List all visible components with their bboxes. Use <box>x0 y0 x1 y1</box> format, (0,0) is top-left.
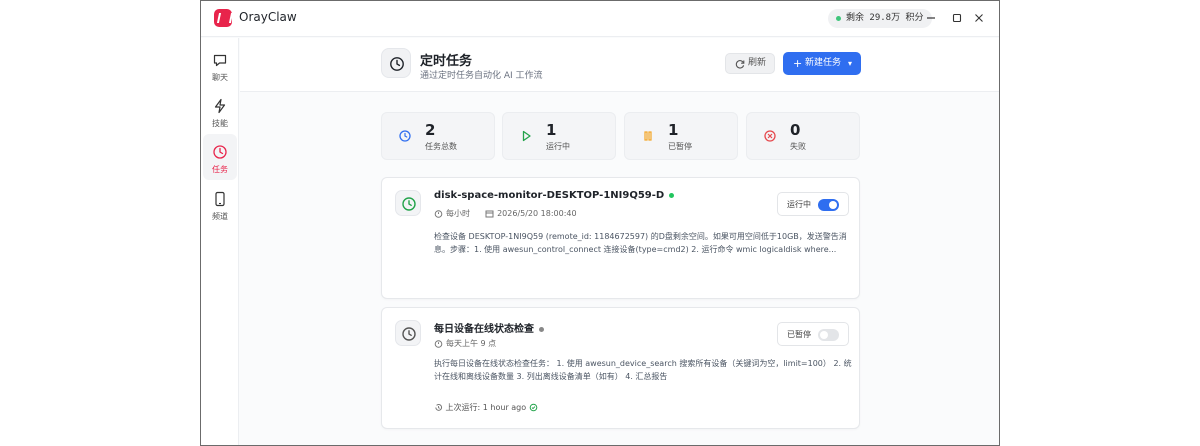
task-description: 检查设备 DESKTOP-1NI9Q59 (remote_id: 1184672… <box>434 232 847 254</box>
next-run-text: 2026/5/20 18:00:40 <box>497 209 577 218</box>
paused-dot-icon <box>539 326 544 332</box>
status-dot-icon <box>836 16 841 21</box>
task-toggle[interactable] <box>818 329 839 341</box>
minimize-icon[interactable] <box>924 11 938 25</box>
clock-icon <box>213 145 227 159</box>
credit-balance-text: 剩余 29.8万 积分 <box>846 13 924 23</box>
stat-value: 0 <box>790 121 801 139</box>
page-subtitle: 通过定时任务自动化 AI 工作流 <box>420 71 543 81</box>
chevron-down-icon: ▾ <box>847 59 852 68</box>
task-toggle-container: 运行中 <box>777 192 849 216</box>
clock-icon <box>402 197 416 211</box>
new-task-label: 新建任务 <box>805 58 842 68</box>
task-description: 执行每日设备在线状态检查任务： 1. 使用 awesun_device_sear… <box>434 359 852 381</box>
page-header-icon <box>381 48 411 78</box>
schedule-text: 每小时 <box>446 209 470 218</box>
timer-icon <box>434 340 443 348</box>
stat-value: 2 <box>425 121 436 139</box>
stat-card-paused: 1 已暂停 <box>624 112 738 160</box>
history-icon <box>435 404 443 411</box>
running-dot-icon <box>669 192 675 198</box>
stat-label: 运行中 <box>546 142 570 151</box>
last-run: 上次运行: 1 hour ago <box>434 402 538 413</box>
chat-icon <box>213 54 227 67</box>
lightning-icon <box>214 98 226 114</box>
schedule-text: 每天上午 9 点 <box>446 339 497 348</box>
task-card[interactable]: disk-space-monitor-DESKTOP-1NI9Q59-D 每小时… <box>381 177 860 299</box>
stat-label: 任务总数 <box>425 142 457 151</box>
stat-value: 1 <box>668 121 679 139</box>
app-window: OrayClaw 剩余 29.8万 积分 聊天 技能 任务 频道 定时任务 通过… <box>200 0 1000 446</box>
sidebar-item-label: 频道 <box>212 212 228 221</box>
task-name-text: disk-space-monitor-DESKTOP-1NI9Q59-D <box>434 190 665 201</box>
sidebar-item-channels[interactable]: 频道 <box>201 181 239 227</box>
task-schedule: 每小时 2026/5/20 18:00:40 <box>434 208 577 219</box>
sidebar-item-tasks[interactable]: 任务 <box>203 134 237 180</box>
close-icon[interactable] <box>972 11 986 25</box>
new-task-button[interactable]: + 新建任务 ▾ <box>783 52 861 75</box>
task-card[interactable]: 每日设备在线状态检查 每天上午 9 点 执行每日设备在线状态检查任务： 1. 使… <box>381 307 860 429</box>
maximize-icon[interactable] <box>950 11 964 25</box>
stat-card-total: 2 任务总数 <box>381 112 495 160</box>
stat-label: 失败 <box>790 142 806 151</box>
pause-icon <box>644 131 652 141</box>
task-status-icon <box>395 320 421 346</box>
task-toggle[interactable] <box>818 199 839 211</box>
main-content: 定时任务 通过定时任务自动化 AI 工作流 刷新 + 新建任务 ▾ 2 任务总数… <box>240 38 999 445</box>
success-check-icon <box>529 403 538 412</box>
toggle-label: 运行中 <box>787 200 811 209</box>
stat-value: 1 <box>546 121 557 139</box>
task-toggle-container: 已暂停 <box>777 322 849 346</box>
task-name-text: 每日设备在线状态检查 <box>434 324 534 335</box>
app-logo <box>214 9 232 27</box>
timer-icon <box>434 210 443 218</box>
sidebar-item-chat[interactable]: 聊天 <box>201 42 239 88</box>
task-name: 每日设备在线状态检查 <box>434 320 544 335</box>
refresh-icon <box>735 60 745 69</box>
clock-icon <box>399 130 411 142</box>
device-icon <box>215 191 225 207</box>
task-status-icon <box>395 190 421 216</box>
stat-card-running: 1 运行中 <box>502 112 616 160</box>
credit-balance-badge[interactable]: 剩余 29.8万 积分 <box>828 9 932 28</box>
refresh-label: 刷新 <box>748 58 767 68</box>
sidebar-item-label: 技能 <box>212 119 228 128</box>
clock-icon <box>390 57 404 71</box>
sidebar-item-label: 任务 <box>212 165 228 174</box>
last-run-text: 上次运行: 1 hour ago <box>445 403 527 412</box>
sidebar: 聊天 技能 任务 频道 <box>201 38 239 445</box>
titlebar: OrayClaw 剩余 29.8万 积分 <box>201 1 999 37</box>
app-title: OrayClaw <box>239 10 297 24</box>
sidebar-item-label: 聊天 <box>212 73 228 82</box>
calendar-icon <box>485 210 494 218</box>
task-name: disk-space-monitor-DESKTOP-1NI9Q59-D <box>434 190 675 201</box>
task-schedule: 每天上午 9 点 <box>434 338 496 349</box>
stat-card-failed: 0 失败 <box>746 112 860 160</box>
clock-icon <box>402 327 416 341</box>
page-header: 定时任务 通过定时任务自动化 AI 工作流 刷新 + 新建任务 ▾ <box>240 38 999 92</box>
sidebar-item-skills[interactable]: 技能 <box>201 88 239 134</box>
toggle-label: 已暂停 <box>787 330 811 339</box>
play-icon <box>522 130 531 142</box>
stat-label: 已暂停 <box>668 142 692 151</box>
page-title: 定时任务 <box>420 54 473 69</box>
refresh-button[interactable]: 刷新 <box>725 53 775 74</box>
plus-icon: + <box>793 57 803 70</box>
error-icon <box>764 130 776 142</box>
